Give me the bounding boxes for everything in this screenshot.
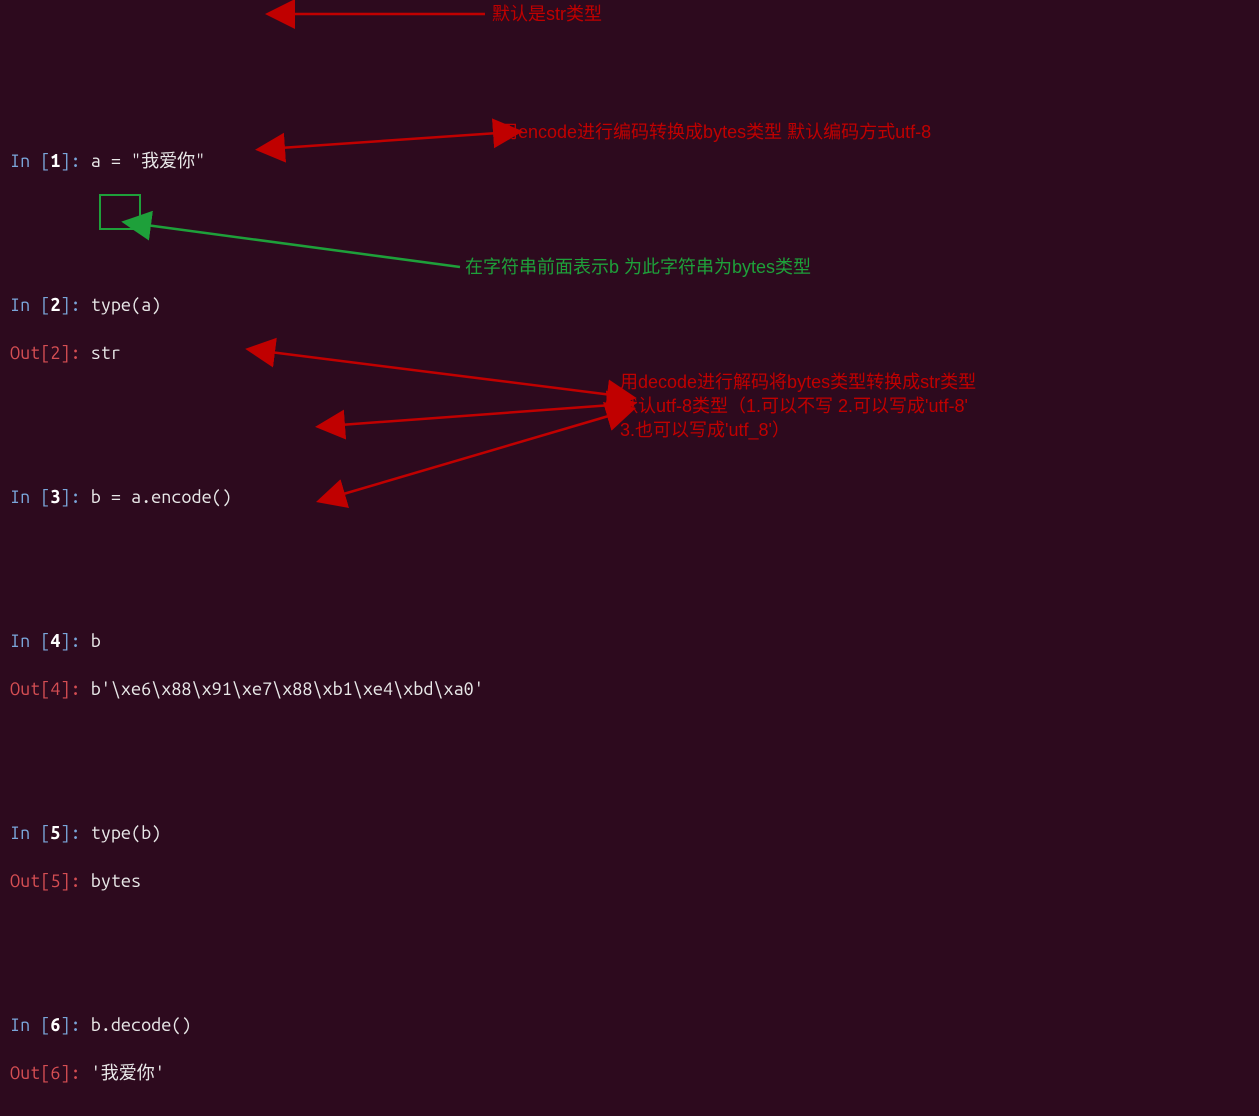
anno-decode: 用decode进行解码将bytes类型转换成str类型 默认utf-8类型（1.…	[620, 370, 1240, 442]
blank	[10, 917, 1259, 941]
arrow-decode-3	[340, 415, 612, 495]
anno-encode: 用encode进行编码转换成bytes类型 默认编码方式utf-8	[500, 120, 931, 144]
blank	[10, 197, 1259, 221]
out-prompt-6: Out[6]: '我爱你'	[10, 1061, 1259, 1085]
out-prompt-2: Out[2]: str	[10, 341, 1259, 365]
in-prompt-4: In [4]: b	[10, 629, 1259, 653]
in-prompt-5: In [5]: type(b)	[10, 821, 1259, 845]
annotation-arrows	[0, 0, 1259, 558]
blank	[10, 1109, 1259, 1116]
blank	[10, 533, 1259, 557]
in-prompt-6: In [6]: b.decode()	[10, 1013, 1259, 1037]
in-prompt-1: In [1]: a = "我爱你"	[10, 149, 1259, 173]
blank	[10, 725, 1259, 749]
anno-str: 默认是str类型	[492, 2, 602, 26]
in-prompt-2: In [2]: type(a)	[10, 293, 1259, 317]
out-prompt-4: Out[4]: b'\xe6\x88\x91\xe7\x88\xb1\xe4\x…	[10, 677, 1259, 701]
arrow-encode	[280, 133, 498, 148]
out-prompt-5: Out[5]: bytes	[10, 869, 1259, 893]
arrow-bytes-prefix	[146, 225, 460, 267]
in-prompt-3: In [3]: b = a.encode()	[10, 485, 1259, 509]
anno-bytes-prefix: 在字符串前面表示b 为此字符串为bytes类型	[465, 255, 811, 279]
